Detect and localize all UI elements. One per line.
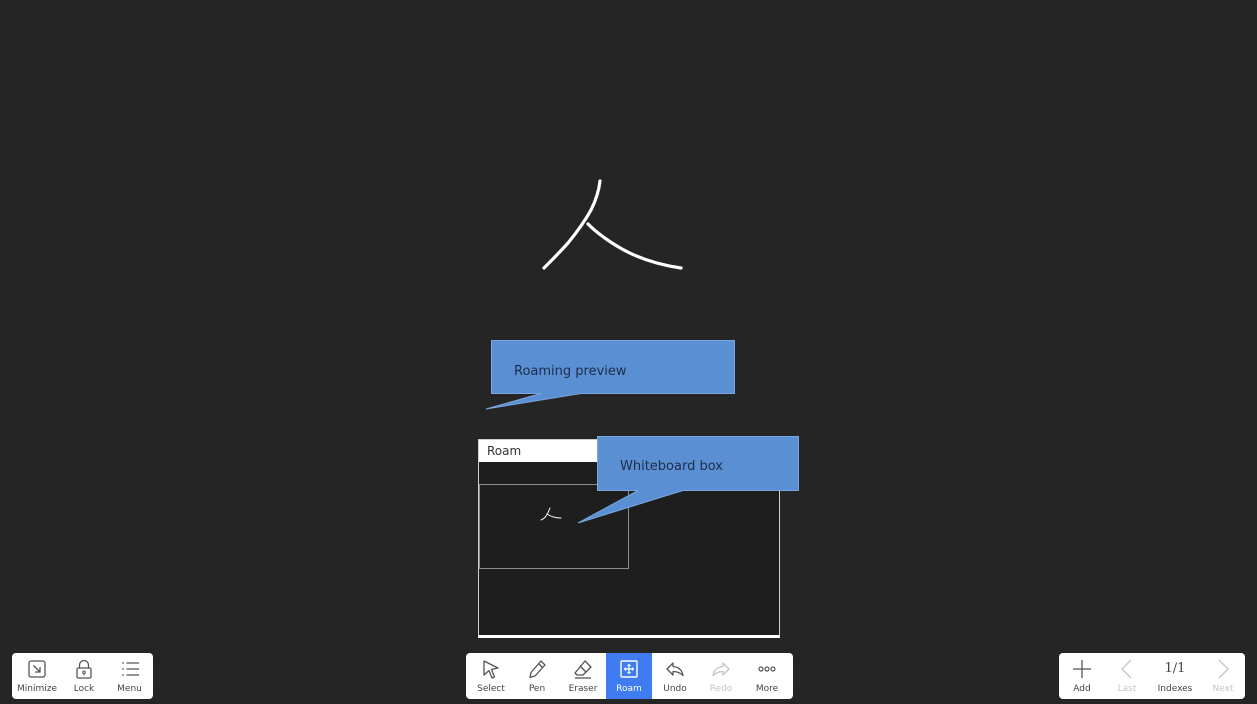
eraser-icon	[574, 660, 592, 679]
menu-label: Menu	[117, 684, 142, 694]
more-icon	[758, 666, 776, 672]
roam-icon	[620, 660, 638, 678]
lock-button[interactable]: Lock	[62, 653, 106, 699]
left-toolbar: Minimize Lock Menu	[12, 653, 153, 699]
minimize-label: Minimize	[17, 684, 57, 694]
menu-button[interactable]: Menu	[106, 653, 153, 699]
select-tool-button[interactable]: Select	[468, 653, 514, 699]
select-label: Select	[477, 684, 505, 694]
eraser-label: Eraser	[568, 684, 598, 694]
roaming-preview-callout: Roaming preview	[485, 340, 736, 412]
lock-label: Lock	[73, 684, 95, 694]
next-page-button[interactable]: Next	[1201, 653, 1245, 699]
last-label: Last	[1117, 684, 1137, 694]
roaming-preview-callout-text: Roaming preview	[514, 364, 627, 379]
chevron-left-icon	[1121, 659, 1132, 679]
add-page-button[interactable]: Add	[1059, 653, 1105, 699]
add-label: Add	[1073, 684, 1091, 694]
last-page-button[interactable]: Last	[1105, 653, 1149, 699]
eraser-tool-button[interactable]: Eraser	[560, 653, 606, 699]
select-cursor-icon	[483, 660, 499, 679]
whiteboard-box-callout-text: Whiteboard box	[620, 459, 723, 474]
whiteboard-canvas[interactable]: Roam Roaming preview Whiteboard box Mini…	[0, 0, 1257, 704]
whiteboard-box-callout: Whiteboard box	[577, 436, 800, 526]
redo-icon	[712, 662, 730, 677]
chevron-right-icon	[1218, 659, 1229, 679]
menu-icon	[121, 662, 139, 676]
page-indicator: 1/1	[1164, 661, 1186, 676]
indexes-button[interactable]: 1/1 Indexes	[1149, 653, 1201, 699]
minimize-button[interactable]: Minimize	[12, 653, 62, 699]
next-label: Next	[1212, 684, 1234, 694]
more-button[interactable]: More	[744, 653, 790, 699]
roam-label: Roam	[616, 684, 642, 694]
undo-button[interactable]: Undo	[652, 653, 698, 699]
more-label: More	[755, 684, 779, 694]
pen-tool-button[interactable]: Pen	[514, 653, 560, 699]
undo-icon	[666, 662, 684, 677]
plus-icon	[1073, 660, 1091, 678]
redo-label: Redo	[709, 684, 733, 694]
roam-tool-button[interactable]: Roam	[606, 653, 652, 699]
pen-icon	[529, 660, 546, 679]
center-toolbar: Select Pen Eraser Roam Undo Redo More	[466, 653, 793, 699]
undo-label: Undo	[663, 684, 687, 694]
indexes-label: Indexes	[1157, 684, 1193, 694]
lock-icon	[76, 659, 92, 679]
redo-button[interactable]: Redo	[698, 653, 744, 699]
right-toolbar: Add Last 1/1 Indexes Next	[1059, 653, 1245, 699]
minimize-icon	[28, 660, 46, 678]
pen-label: Pen	[528, 684, 546, 694]
